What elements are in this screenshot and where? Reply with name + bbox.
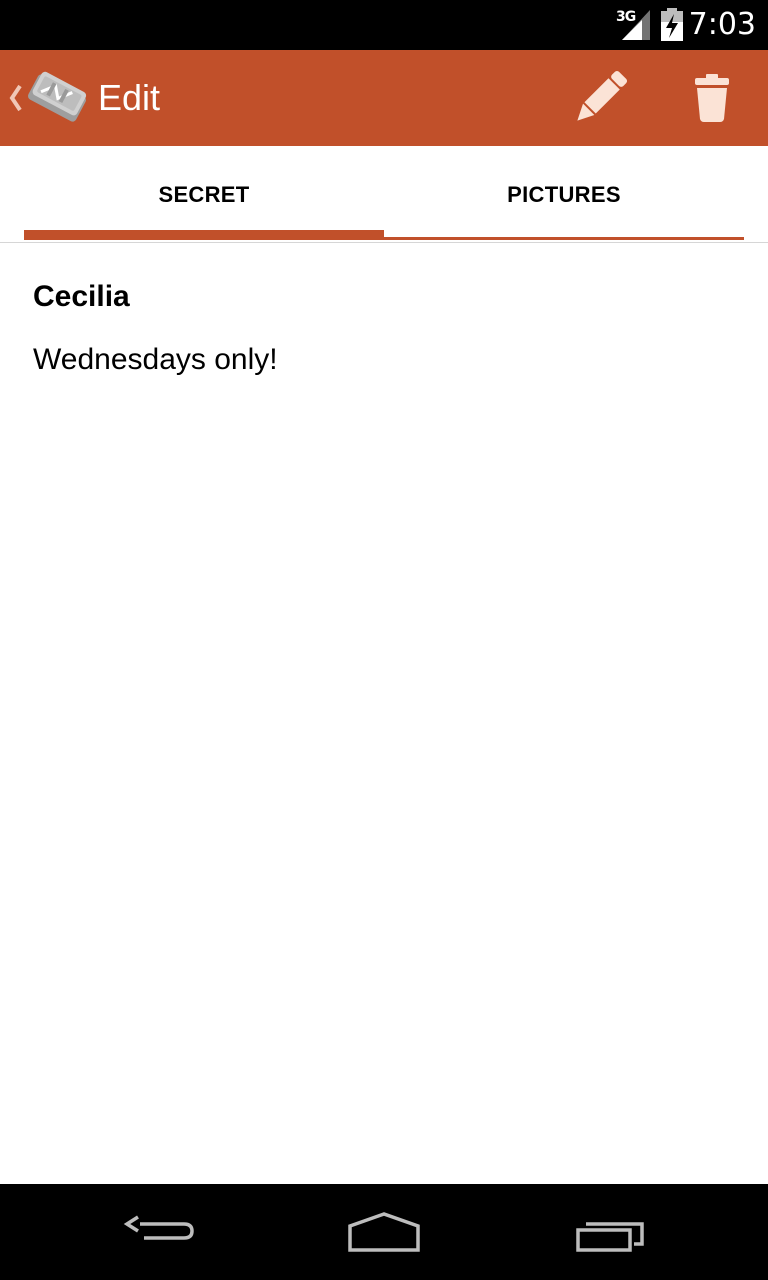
trash-icon: [695, 74, 729, 122]
status-bar: 3G 7:03: [0, 0, 768, 50]
home-icon: [348, 1212, 420, 1252]
navigation-bar: [0, 1184, 768, 1280]
recents-icon: [576, 1222, 644, 1252]
battery-icon: [661, 8, 683, 41]
delete-button[interactable]: [676, 62, 748, 134]
action-bar: Edit: [0, 50, 768, 146]
pencil-icon: [577, 70, 628, 121]
home-button[interactable]: [320, 1184, 448, 1280]
signal-icon: [622, 10, 650, 40]
back-icon: [123, 1215, 194, 1240]
clock: 7:03: [688, 7, 756, 42]
secret-body: Wednesdays only!: [33, 343, 278, 376]
recents-button[interactable]: [546, 1184, 674, 1280]
back-button[interactable]: [96, 1184, 224, 1280]
edit-button[interactable]: [564, 62, 636, 134]
tab-indicator: [384, 237, 744, 240]
tab-secret-label: SECRET: [158, 182, 250, 207]
tab-secret[interactable]: SECRET: [24, 146, 384, 242]
up-navigation-button[interactable]: Edit: [0, 50, 180, 146]
app-logo-icon: [27, 71, 87, 122]
tab-pictures[interactable]: PICTURES: [384, 146, 744, 242]
secret-name: Cecilia: [33, 280, 130, 313]
page-title: Edit: [98, 77, 161, 118]
tab-selected-indicator: [24, 230, 384, 240]
tab-bar: SECRET PICTURES: [0, 146, 768, 243]
tab-pictures-label: PICTURES: [507, 182, 621, 207]
up-chevron-icon: [9, 84, 22, 112]
